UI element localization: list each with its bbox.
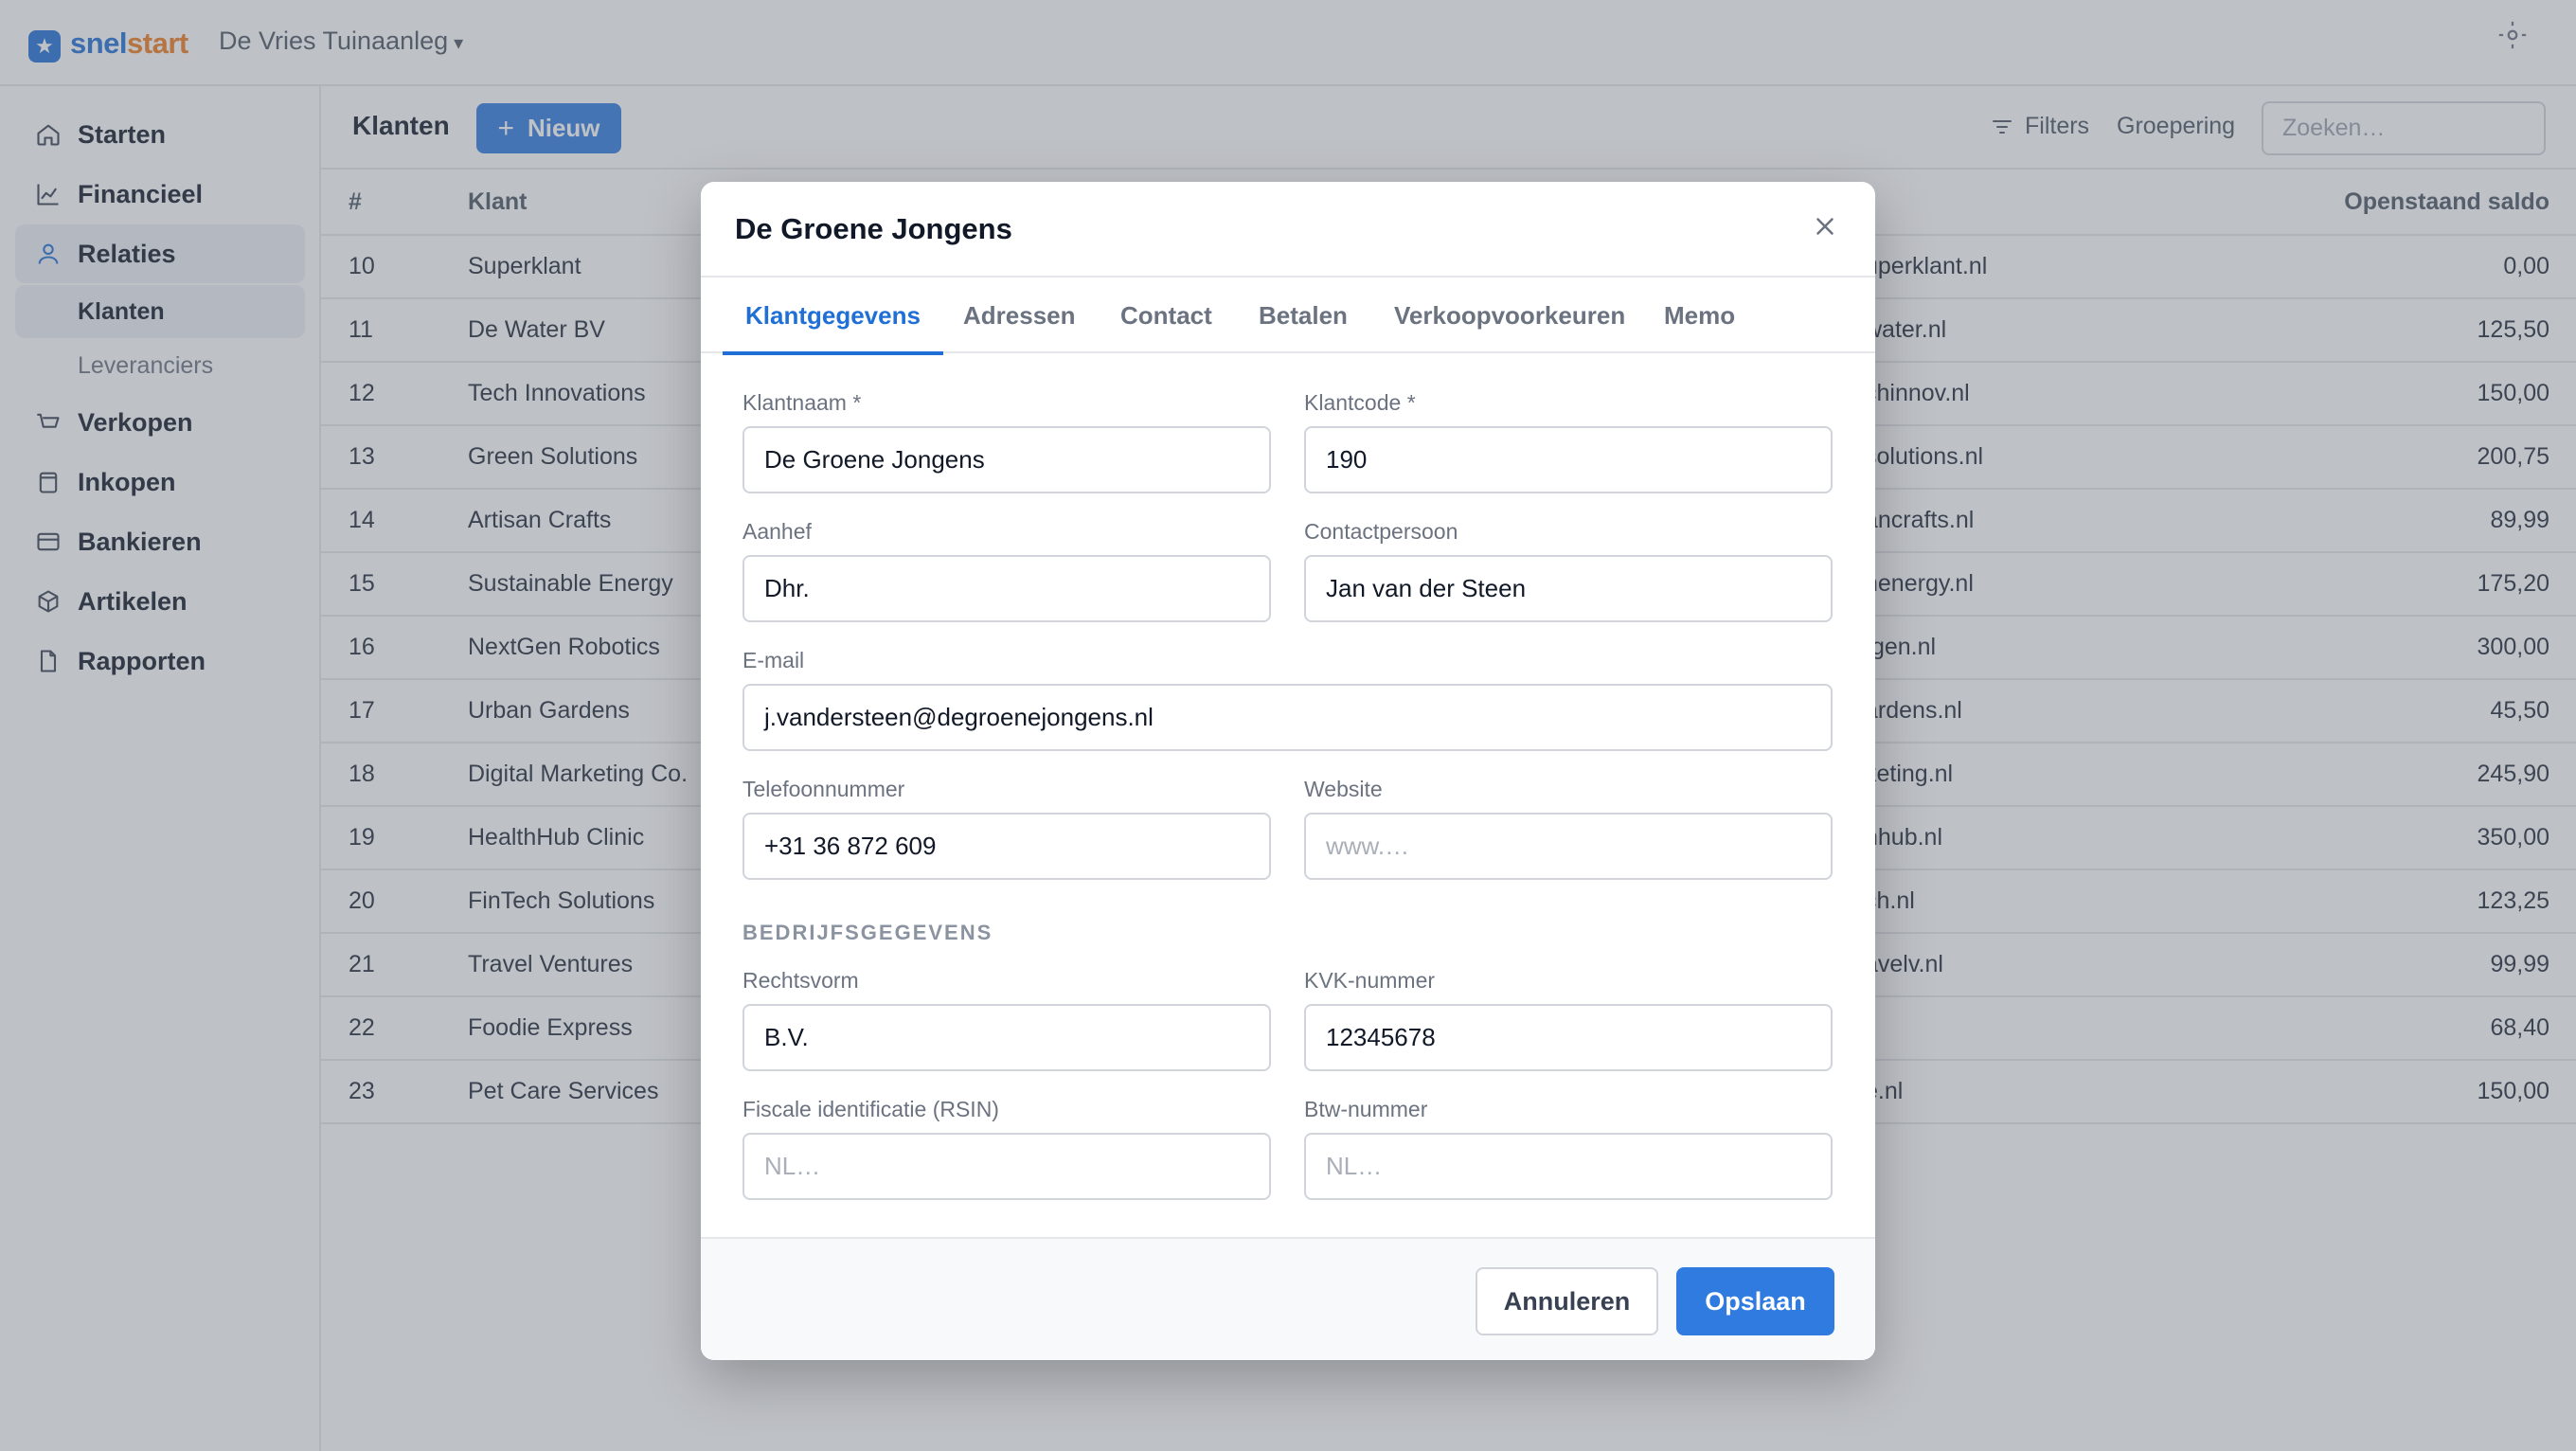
- klantcode-field[interactable]: 190: [1304, 426, 1833, 493]
- rechtsvorm-label: Rechtsvorm: [742, 968, 859, 993]
- aanhef-label: Aanhef: [742, 519, 812, 544]
- tab-contact[interactable]: Contact: [1120, 278, 1212, 353]
- kvk-field[interactable]: 12345678: [1304, 1004, 1833, 1071]
- dialog-footer: Annuleren Opslaan: [701, 1237, 1875, 1360]
- dialog-header: De Groene Jongens: [701, 182, 1875, 278]
- customer-dialog: De Groene Jongens Klantgegevens Adressen…: [701, 182, 1875, 1360]
- email-label: E-mail: [742, 648, 805, 672]
- rechtsvorm-field[interactable]: B.V.: [742, 1004, 1271, 1071]
- kvk-label: KVK-nummer: [1304, 968, 1436, 993]
- rsin-label: Fiscale identificatie (RSIN): [742, 1097, 999, 1121]
- website-label: Website: [1304, 777, 1383, 801]
- section-title-company: BEDRIJFSGEGEVENS: [742, 921, 993, 944]
- dialog-title: De Groene Jongens: [735, 212, 1012, 245]
- aanhef-field[interactable]: Dhr.: [742, 555, 1271, 622]
- close-icon[interactable]: [1811, 212, 1839, 241]
- klantnaam-field[interactable]: De Groene Jongens: [742, 426, 1271, 493]
- contactpersoon-field[interactable]: Jan van der Steen: [1304, 555, 1833, 622]
- dialog-tabs: Klantgegevens Adressen Contact Betalen V…: [701, 278, 1875, 355]
- btw-label: Btw-nummer: [1304, 1097, 1428, 1121]
- tab-memo[interactable]: Memo: [1664, 278, 1735, 353]
- btw-field[interactable]: NL…: [1304, 1133, 1833, 1200]
- cancel-button[interactable]: Annuleren: [1476, 1267, 1658, 1335]
- telefoon-label: Telefoonnummer: [742, 777, 905, 801]
- tab-klantgegevens[interactable]: Klantgegevens: [723, 278, 943, 355]
- contactpersoon-label: Contactpersoon: [1304, 519, 1458, 544]
- tab-verkoopvoorkeuren[interactable]: Verkoopvoorkeuren: [1394, 278, 1625, 353]
- telefoon-field[interactable]: +31 36 872 609: [742, 813, 1271, 880]
- tab-betalen[interactable]: Betalen: [1259, 278, 1348, 353]
- tab-adressen[interactable]: Adressen: [963, 278, 1076, 353]
- klantnaam-label: Klantnaam *: [742, 390, 862, 415]
- save-button[interactable]: Opslaan: [1676, 1267, 1834, 1335]
- rsin-field[interactable]: NL…: [742, 1133, 1271, 1200]
- email-field[interactable]: j.vandersteen@degroenejongens.nl: [742, 684, 1833, 751]
- klantcode-label: Klantcode *: [1304, 390, 1416, 415]
- website-field[interactable]: www.…: [1304, 813, 1833, 880]
